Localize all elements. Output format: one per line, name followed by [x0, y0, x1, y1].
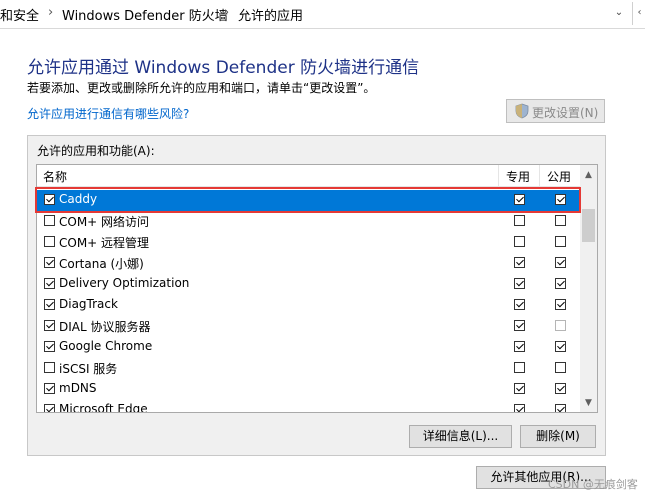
watermark: CSDN @无痕剑客 [548, 478, 638, 491]
list-item[interactable]: COM+ 网络访问 [37, 211, 580, 232]
public-checkbox[interactable] [555, 278, 566, 289]
public-checkbox[interactable] [555, 341, 566, 352]
enable-checkbox[interactable] [44, 299, 55, 310]
private-checkbox[interactable] [514, 320, 525, 331]
private-checkbox[interactable] [514, 341, 525, 352]
list-item[interactable]: mDNS [37, 379, 580, 400]
private-checkbox[interactable] [514, 215, 525, 226]
list-item[interactable]: Cortana (小娜) [37, 253, 580, 274]
public-checkbox[interactable] [555, 362, 566, 373]
column-header-name[interactable]: 名称 [43, 168, 67, 185]
app-name: COM+ 网络访问 [59, 215, 150, 229]
app-name: Google Chrome [59, 339, 153, 353]
page-title: 允许应用通过 Windows Defender 防火墙进行通信 [27, 58, 420, 78]
list-item[interactable]: DiagTrack [37, 295, 580, 316]
enable-checkbox[interactable] [44, 320, 55, 331]
remove-button[interactable]: 删除(M) [520, 425, 596, 448]
public-checkbox[interactable] [555, 404, 566, 412]
public-checkbox[interactable] [555, 236, 566, 247]
private-checkbox[interactable] [514, 383, 525, 394]
private-checkbox[interactable] [514, 236, 525, 247]
chevron-down-icon[interactable]: ⌄ [611, 4, 627, 22]
refresh-icon: ‹ [637, 7, 642, 18]
app-name: DIAL 协议服务器 [59, 320, 151, 334]
app-name: Delivery Optimization [59, 276, 190, 290]
enable-checkbox[interactable] [44, 257, 55, 268]
enable-checkbox[interactable] [44, 236, 55, 247]
enable-checkbox[interactable] [44, 362, 55, 373]
list-item[interactable]: COM+ 远程管理 [37, 232, 580, 253]
enable-checkbox[interactable] [44, 341, 55, 352]
private-checkbox[interactable] [514, 278, 525, 289]
refresh-button[interactable]: ‹ [632, 2, 645, 25]
change-settings-button[interactable]: 更改设置(N) [506, 99, 605, 123]
shield-icon [515, 103, 529, 119]
list-item[interactable]: Delivery Optimization [37, 274, 580, 295]
list-item[interactable]: Google Chrome [37, 337, 580, 358]
breadcrumb-allowed-apps[interactable]: 允许的应用 [238, 5, 303, 24]
list-header: 名称 专用 公用 [37, 165, 580, 187]
enable-checkbox[interactable] [44, 404, 55, 412]
breadcrumb-separator: › [224, 5, 230, 20]
column-header-private[interactable]: 专用 [506, 168, 530, 185]
app-name: iSCSI 服务 [59, 362, 118, 376]
enable-checkbox[interactable] [44, 278, 55, 289]
breadcrumb-firewall[interactable]: Windows Defender 防火墙 [62, 5, 228, 24]
list-item[interactable]: DIAL 协议服务器 [37, 316, 580, 337]
details-button[interactable]: 详细信息(L)... [409, 425, 512, 448]
scroll-thumb[interactable] [582, 209, 595, 242]
private-checkbox[interactable] [514, 257, 525, 268]
public-checkbox[interactable] [555, 215, 566, 226]
private-checkbox[interactable] [514, 299, 525, 310]
private-checkbox[interactable] [514, 404, 525, 412]
public-checkbox[interactable] [555, 320, 566, 331]
list-item[interactable]: Microsoft Edge [37, 400, 580, 413]
app-name: DiagTrack [59, 297, 118, 311]
private-checkbox[interactable] [514, 362, 525, 373]
scroll-down-arrow[interactable]: ▼ [580, 395, 597, 412]
public-checkbox[interactable] [555, 257, 566, 268]
public-checkbox[interactable] [555, 383, 566, 394]
column-divider[interactable] [539, 165, 540, 186]
enable-checkbox[interactable] [44, 215, 55, 226]
address-bar[interactable]: 和安全 › Windows Defender 防火墙 › 允许的应用 ⌄ ‹ [0, 0, 645, 29]
vertical-scrollbar[interactable]: ▲ ▼ [580, 165, 597, 412]
breadcrumb-separator: › [48, 5, 54, 20]
page-description: 若要添加、更改或删除所允许的应用和端口，请单击“更改设置”。 [27, 81, 376, 95]
apps-list-label: 允许的应用和功能(A): [37, 144, 155, 158]
app-name: COM+ 远程管理 [59, 236, 150, 250]
app-name: mDNS [59, 381, 97, 395]
breadcrumb-security[interactable]: 和安全 [0, 5, 39, 24]
column-divider[interactable] [498, 165, 499, 186]
risk-link[interactable]: 允许应用进行通信有哪些风险? [27, 105, 189, 122]
highlight-box [35, 187, 581, 213]
column-header-public[interactable]: 公用 [547, 168, 571, 185]
scroll-up-arrow[interactable]: ▲ [580, 167, 597, 184]
change-settings-label: 更改设置(N) [532, 106, 599, 120]
public-checkbox[interactable] [555, 299, 566, 310]
list-item[interactable]: iSCSI 服务 [37, 358, 580, 379]
enable-checkbox[interactable] [44, 383, 55, 394]
app-name: Cortana (小娜) [59, 257, 144, 271]
app-name: Microsoft Edge [59, 402, 148, 413]
